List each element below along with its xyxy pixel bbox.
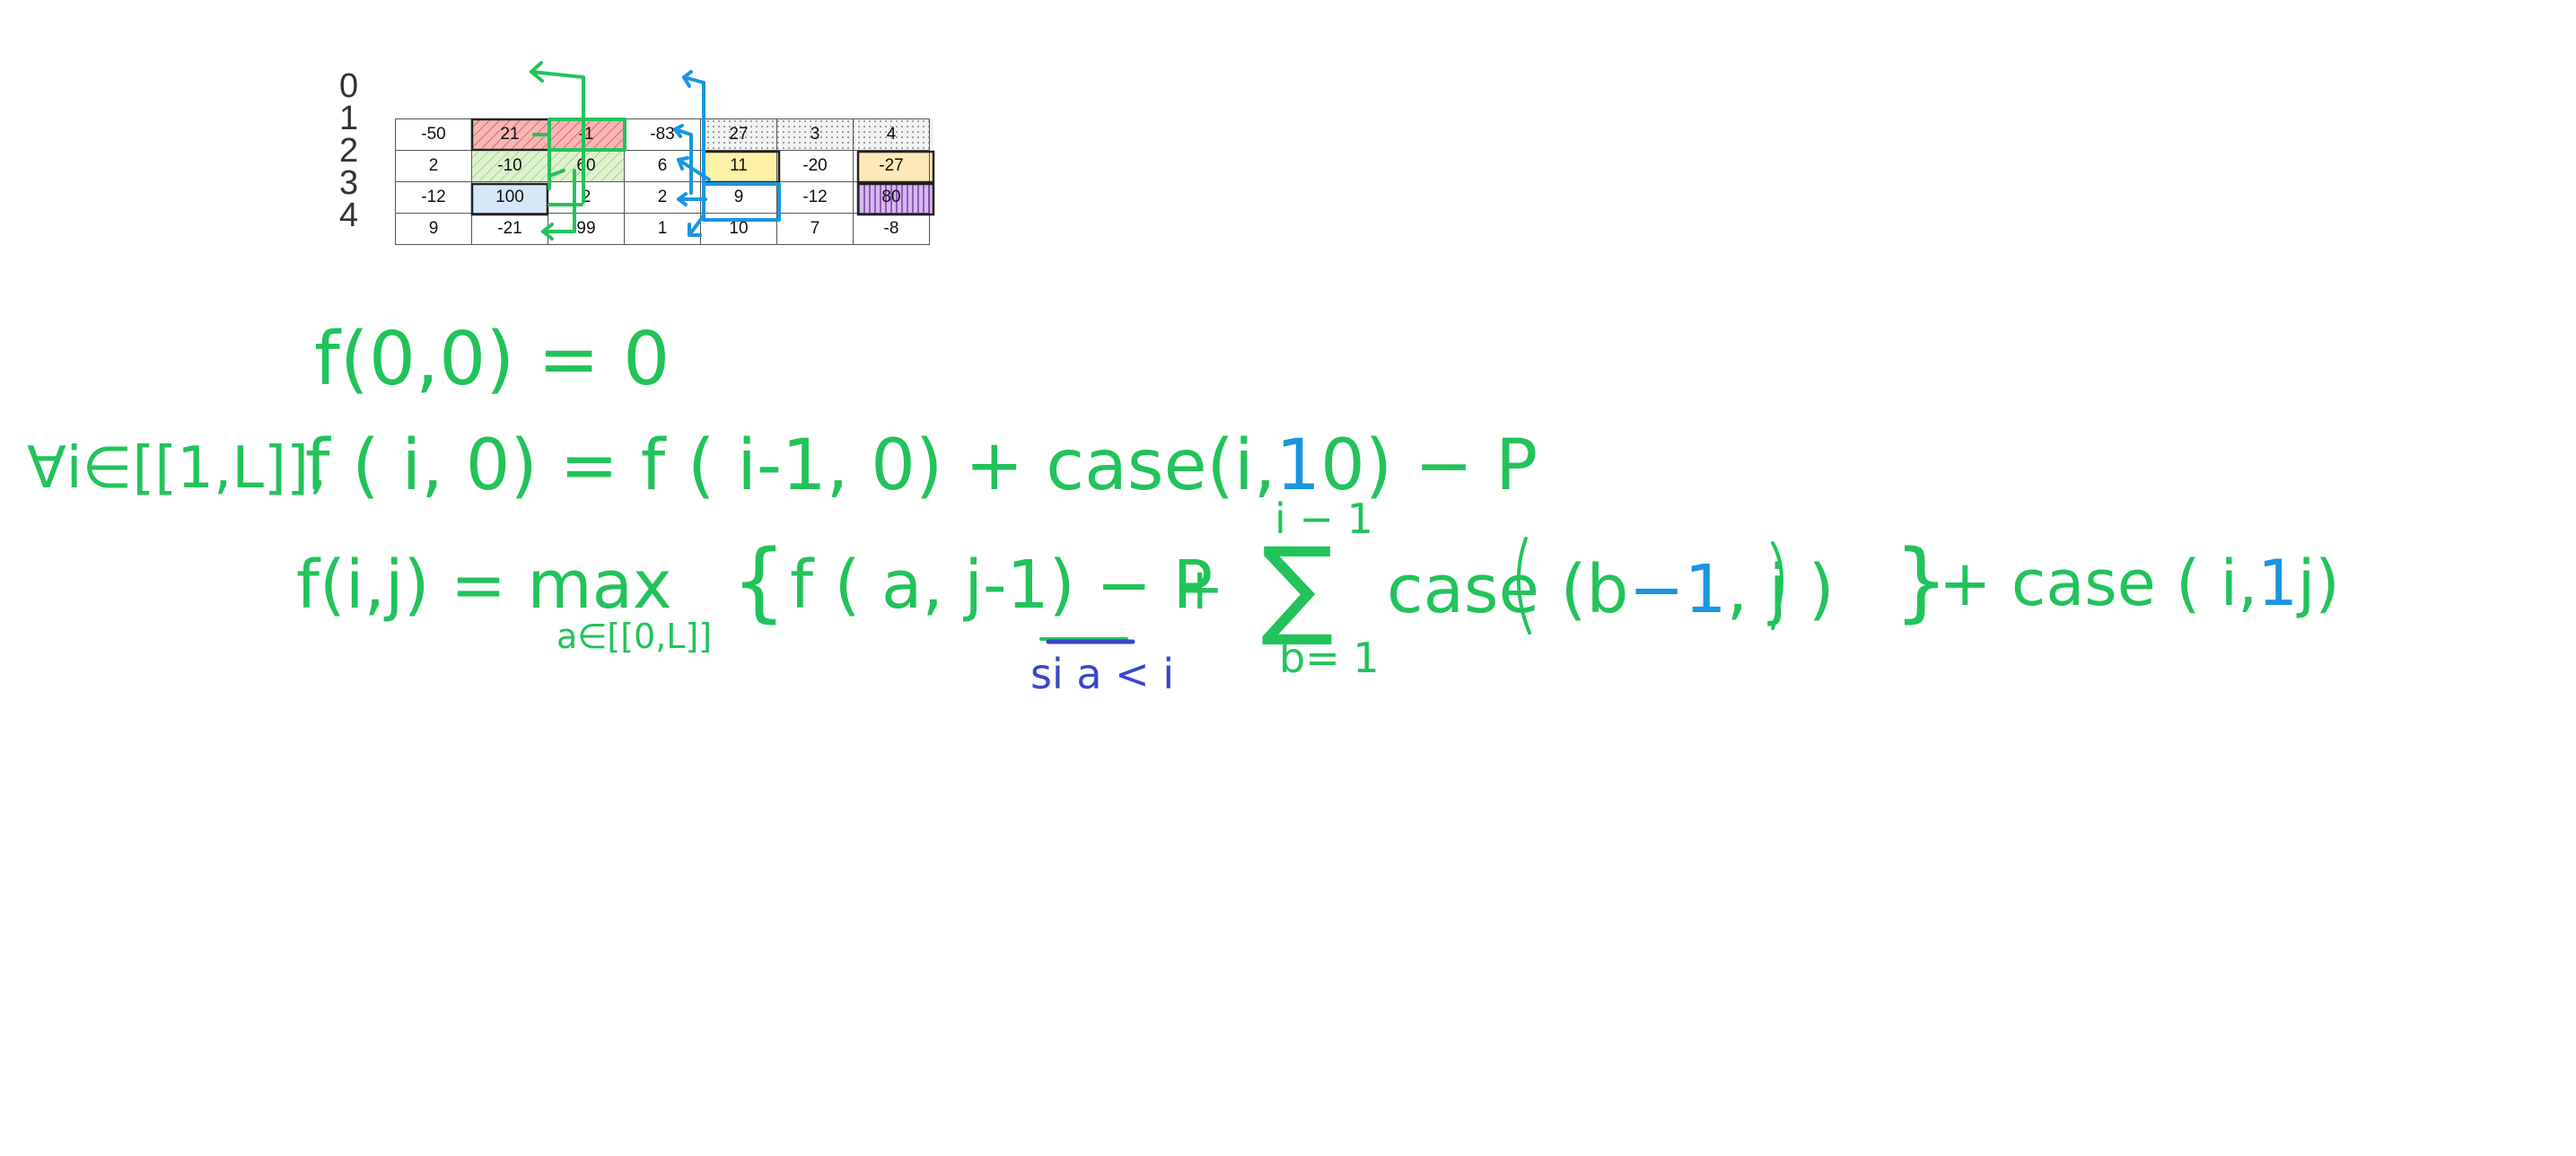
condition-text: si a < i — [1030, 650, 1175, 698]
plus-sign: + — [1176, 556, 1224, 623]
eq2-left: f ( i, 0) = f ( i-1, 0) + case(i, — [305, 425, 1276, 506]
case-b: , j ) — [1726, 551, 1835, 628]
tail-blue-one: 1 — [2257, 547, 2298, 620]
equation-tail: + case ( i,1j) — [1939, 552, 2340, 615]
sum-symbol: ∑ — [1261, 525, 1334, 650]
tail-b: j) — [2297, 547, 2340, 620]
sum-lower-bound: b= 1 — [1279, 634, 1380, 682]
equation-base: f(0,0) = 0 — [314, 317, 670, 402]
max-subscript: a∈[[0,L]] — [556, 617, 713, 656]
case-minus-one: −1 — [1628, 551, 1727, 628]
blue-arrows — [673, 70, 781, 237]
equation-recurrence-column0: f ( i, 0) = f ( i-1, 0) + case(i,10) − P — [305, 431, 1538, 501]
sum-term: case (b−1, j ) — [1387, 556, 1835, 623]
equation-recurrence-general: f(i,j) = max — [296, 552, 672, 618]
tail-a: + case ( i, — [1939, 547, 2258, 620]
forall-clause: ∀i∈[[1,L]], — [27, 435, 328, 502]
eq3-left: f(i,j) = max — [296, 547, 672, 624]
brace-open: { — [732, 531, 787, 632]
max-term: f ( a, j-1) − P — [790, 547, 1214, 624]
case-a: case (b — [1387, 551, 1629, 628]
